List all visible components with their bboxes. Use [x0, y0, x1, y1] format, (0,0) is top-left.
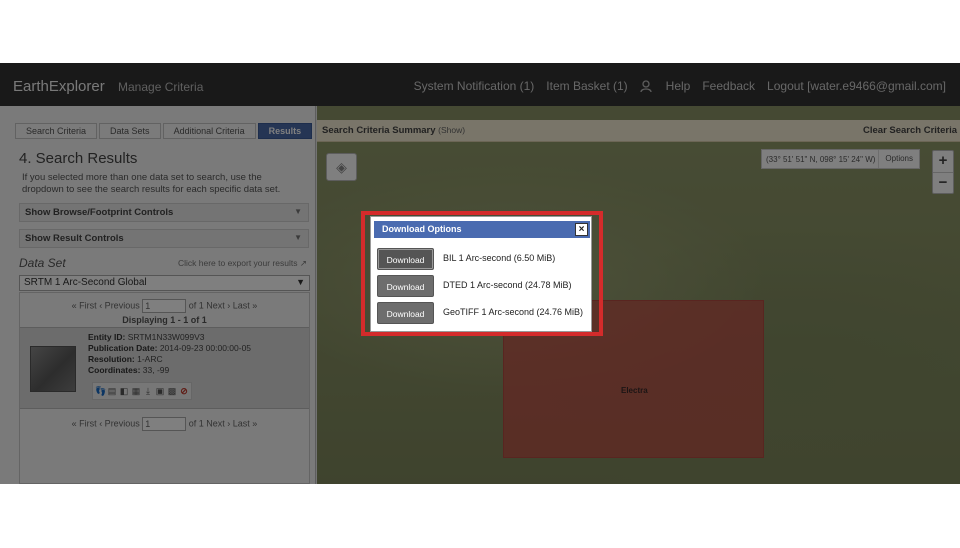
dialog-header: Download Options × — [374, 221, 590, 238]
download-option-label: DTED 1 Arc-second (24.78 MiB) — [443, 280, 572, 290]
close-icon[interactable]: × — [575, 223, 588, 236]
dialog-title: Download Options — [382, 224, 462, 234]
download-bil-button[interactable]: Download — [377, 248, 434, 270]
download-geotiff-button[interactable]: Download — [377, 302, 434, 324]
download-dted-button[interactable]: Download — [377, 275, 434, 297]
download-option-label: BIL 1 Arc-second (6.50 MiB) — [443, 253, 556, 263]
download-option-label: GeoTIFF 1 Arc-second (24.76 MiB) — [443, 307, 584, 317]
download-option-row: Download GeoTIFF 1 Arc-second (24.76 MiB… — [377, 302, 587, 324]
download-options-dialog: Download Options × Download BIL 1 Arc-se… — [370, 216, 592, 332]
download-option-row: Download BIL 1 Arc-second (6.50 MiB) — [377, 248, 587, 270]
app-window: EarthExplorer Manage Criteria System Not… — [0, 63, 960, 484]
download-option-row: Download DTED 1 Arc-second (24.78 MiB) — [377, 275, 587, 297]
